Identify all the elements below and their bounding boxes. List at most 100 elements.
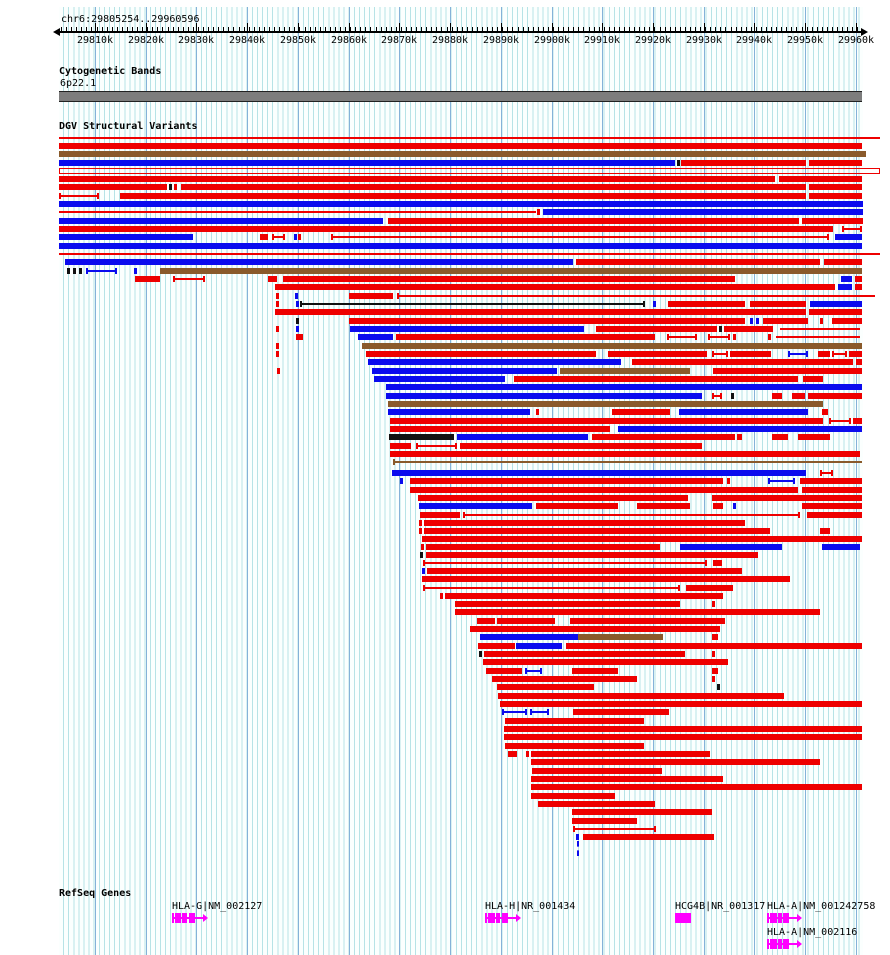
variant-bar[interactable]	[504, 734, 862, 740]
variant-bar[interactable]	[733, 334, 736, 340]
variant-range-line[interactable]	[768, 480, 795, 482]
variant-bar[interactable]	[420, 512, 460, 518]
variant-bar[interactable]	[276, 293, 279, 299]
variant-bar[interactable]	[388, 218, 799, 224]
variant-bar[interactable]	[855, 284, 862, 290]
variant-bar[interactable]	[419, 528, 422, 534]
variant-bar[interactable]	[712, 495, 862, 501]
variant-bar[interactable]	[418, 495, 688, 501]
gene-label[interactable]: HCG4B|NR_001317	[675, 902, 765, 912]
variant-bar[interactable]	[350, 326, 584, 332]
variant-bar[interactable]	[59, 184, 167, 190]
variant-bar[interactable]	[516, 643, 562, 649]
variant-bar[interactable]	[713, 560, 722, 566]
variant-line[interactable]	[59, 253, 880, 255]
variant-bar[interactable]	[802, 487, 862, 493]
variant-bar[interactable]	[508, 751, 517, 757]
variant-range-line[interactable]	[397, 295, 875, 297]
variant-bar[interactable]	[386, 384, 862, 390]
variant-bar[interactable]	[349, 293, 393, 299]
variant-line[interactable]	[776, 336, 860, 338]
variant-bar[interactable]	[719, 326, 722, 332]
variant-bar[interactable]	[426, 544, 660, 550]
variant-outline-bar[interactable]	[59, 168, 880, 174]
variant-line[interactable]	[780, 328, 860, 330]
variant-bar[interactable]	[532, 768, 662, 774]
variant-bar[interactable]	[822, 409, 828, 415]
variant-bar[interactable]	[514, 376, 798, 382]
variant-bar[interactable]	[807, 512, 862, 518]
variant-bar[interactable]	[596, 326, 717, 332]
variant-bar[interactable]	[531, 776, 723, 782]
variant-bar[interactable]	[531, 751, 710, 757]
variant-bar[interactable]	[768, 334, 771, 340]
variant-bar[interactable]	[277, 368, 280, 374]
variant-range-line[interactable]	[300, 303, 645, 305]
variant-bar[interactable]	[268, 276, 277, 282]
variant-bar[interactable]	[592, 434, 735, 440]
variant-bar[interactable]	[420, 552, 423, 558]
variant-bar[interactable]	[531, 784, 862, 790]
variant-bar[interactable]	[79, 268, 82, 274]
variant-bar[interactable]	[750, 301, 806, 307]
variant-bar[interactable]	[800, 478, 862, 484]
variant-breakpoint-dashed-line[interactable]	[577, 841, 579, 856]
variant-bar[interactable]	[856, 359, 862, 365]
variant-bar[interactable]	[809, 309, 862, 315]
variant-bar[interactable]	[712, 668, 718, 674]
variant-bar[interactable]	[59, 226, 833, 232]
variant-bar[interactable]	[576, 259, 820, 265]
variant-bar[interactable]	[478, 643, 515, 649]
variant-bar[interactable]	[174, 184, 177, 190]
variant-bar[interactable]	[668, 301, 745, 307]
variant-bar[interactable]	[374, 376, 505, 382]
variant-bar[interactable]	[366, 351, 596, 357]
variant-bar[interactable]	[504, 726, 862, 732]
variant-bar[interactable]	[181, 184, 806, 190]
variant-bar[interactable]	[276, 301, 279, 307]
variant-bar[interactable]	[536, 503, 618, 509]
gene-glyph[interactable]	[767, 939, 802, 949]
variant-range-line[interactable]	[573, 828, 656, 830]
variant-range-line[interactable]	[463, 514, 800, 516]
gene-label[interactable]: HLA-H|NR_001434	[485, 902, 575, 912]
variant-bar[interactable]	[390, 443, 411, 449]
variant-bar[interactable]	[724, 326, 773, 332]
variant-bar[interactable]	[392, 470, 806, 476]
variant-range-line[interactable]	[86, 270, 117, 272]
variant-bar[interactable]	[632, 359, 853, 365]
variant-range-line[interactable]	[423, 562, 707, 564]
variant-bar[interactable]	[59, 201, 863, 207]
variant-bar[interactable]	[388, 401, 823, 407]
variant-bar[interactable]	[426, 552, 758, 558]
variant-bar[interactable]	[275, 284, 835, 290]
variant-bar[interactable]	[390, 418, 823, 424]
gene-glyph[interactable]	[485, 913, 521, 923]
variant-bar[interactable]	[486, 668, 522, 674]
variant-bar[interactable]	[410, 478, 723, 484]
variant-bar[interactable]	[294, 234, 297, 240]
variant-bar[interactable]	[276, 343, 279, 349]
variant-bar[interactable]	[566, 643, 862, 649]
variant-bar[interactable]	[526, 751, 529, 757]
variant-bar[interactable]	[59, 176, 775, 182]
variant-bar[interactable]	[470, 626, 720, 632]
variant-bar[interactable]	[820, 528, 830, 534]
variant-bar[interactable]	[537, 209, 540, 215]
variant-bar[interactable]	[59, 218, 383, 224]
variant-bar[interactable]	[389, 434, 454, 440]
variant-bar[interactable]	[572, 818, 637, 824]
variant-bar[interactable]	[832, 318, 862, 324]
variant-bar[interactable]	[731, 393, 734, 399]
variant-bar[interactable]	[460, 443, 702, 449]
variant-bar[interactable]	[421, 544, 424, 550]
variant-bar[interactable]	[680, 544, 782, 550]
variant-bar[interactable]	[422, 536, 862, 542]
variant-bar[interactable]	[712, 651, 715, 657]
variant-range-line[interactable]	[393, 461, 862, 463]
variant-bar[interactable]	[677, 160, 680, 166]
variant-bar[interactable]	[386, 393, 702, 399]
variant-bar[interactable]	[808, 393, 862, 399]
variant-bar[interactable]	[763, 318, 808, 324]
variant-bar[interactable]	[772, 434, 788, 440]
